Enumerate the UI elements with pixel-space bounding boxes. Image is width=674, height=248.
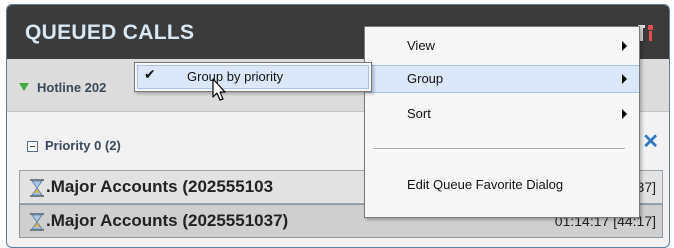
call-name: .Major Accounts (202555103 — [46, 177, 274, 196]
menu-item-label: Sort — [407, 106, 431, 121]
menu-item-label: Edit Queue Favorite Dialog — [407, 177, 564, 192]
menu-separator — [373, 148, 625, 150]
menu-item-view[interactable]: View — [365, 33, 639, 59]
minus-box-icon[interactable] — [27, 141, 38, 152]
chevron-right-icon — [622, 41, 627, 51]
group-submenu: ✔ Group by priority — [134, 62, 372, 92]
checkmark-icon: ✔ — [144, 67, 156, 83]
menu-item-group[interactable]: Group — [365, 65, 639, 93]
menu-item-label: Group — [407, 71, 444, 86]
chevron-right-icon — [622, 74, 627, 84]
menu-item-sort[interactable]: Sort — [365, 101, 639, 127]
priority-group-label: Priority 0 (2) — [45, 138, 121, 153]
context-menu: View Group Sort Edit Queue Favorite Dial… — [364, 26, 640, 218]
mouse-cursor-icon — [212, 78, 226, 101]
submenu-item-label: Group by priority — [187, 69, 284, 84]
chevron-right-icon — [622, 109, 627, 119]
menu-item-label: View — [407, 38, 435, 53]
call-name: .Major Accounts (2025551037) — [46, 211, 289, 230]
queue-name: Hotline 202 — [37, 80, 107, 95]
submenu-item-group-by-priority[interactable]: ✔ Group by priority — [137, 65, 369, 89]
hourglass-icon — [30, 213, 44, 231]
close-icon[interactable]: ✕ — [642, 129, 659, 154]
panel-title: QUEUED CALLS — [25, 21, 195, 44]
menu-item-edit-queue-favorite[interactable]: Edit Queue Favorite Dialog — [365, 172, 639, 198]
triangle-down-icon[interactable] — [19, 83, 29, 91]
hourglass-icon — [30, 179, 44, 197]
